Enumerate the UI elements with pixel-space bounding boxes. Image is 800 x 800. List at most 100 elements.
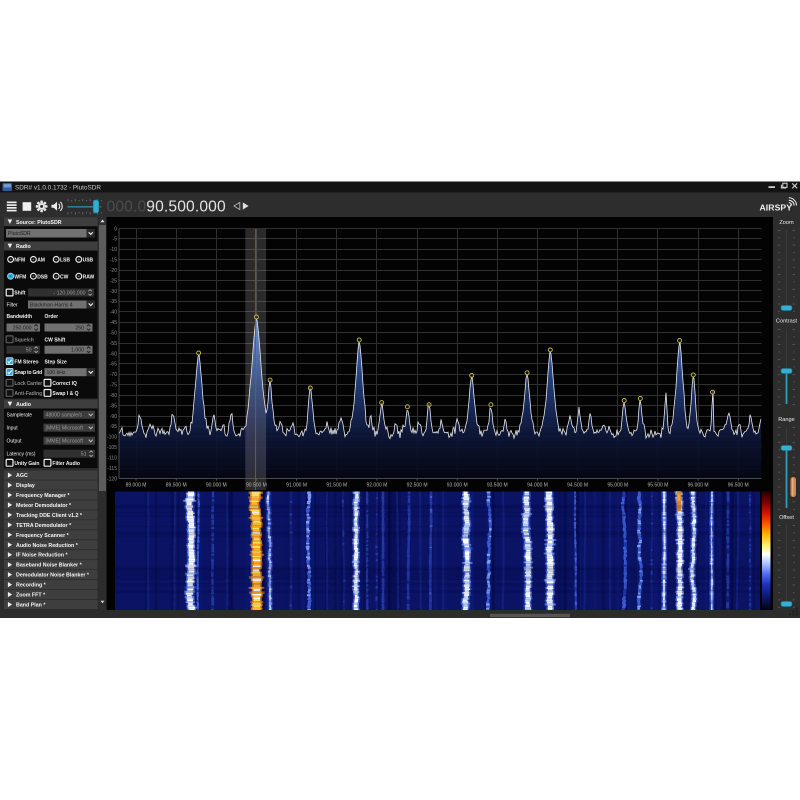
svg-text:Frequency Scanner *: Frequency Scanner * <box>16 533 70 539</box>
svg-text:96.500 M: 96.500 M <box>728 483 749 489</box>
svg-text:WFM: WFM <box>14 274 26 280</box>
svg-text:-110: -110 <box>107 456 117 462</box>
svg-text:Correct IQ: Correct IQ <box>52 381 77 387</box>
svg-text:93.500 M: 93.500 M <box>487 483 508 489</box>
svg-text:-70: -70 <box>110 372 117 378</box>
svg-text:AM: AM <box>37 258 45 264</box>
svg-text:0: 0 <box>114 226 117 232</box>
svg-text:FM Stereo: FM Stereo <box>14 359 38 365</box>
svg-text:CW: CW <box>60 274 69 280</box>
svg-text:-15: -15 <box>110 258 117 264</box>
svg-text:IF Noise Reduction *: IF Noise Reduction * <box>16 553 68 559</box>
svg-text:Output: Output <box>7 439 23 445</box>
svg-text:Recording *: Recording * <box>16 583 47 589</box>
svg-text:Contrast: Contrast <box>776 319 798 325</box>
svg-text:91.500 M: 91.500 M <box>326 483 347 489</box>
svg-text:Latency (ms): Latency (ms) <box>7 452 36 458</box>
svg-text:RAW: RAW <box>83 274 95 280</box>
svg-text:Frequency Manager *: Frequency Manager * <box>16 493 71 499</box>
svg-text:Zoom FFT *: Zoom FFT * <box>16 593 46 599</box>
svg-text:AGC: AGC <box>16 473 28 479</box>
svg-text:96.000 M: 96.000 M <box>688 483 709 489</box>
svg-text:Samplerate: Samplerate <box>7 413 33 419</box>
svg-text:-40: -40 <box>110 310 117 316</box>
svg-text:Shift: Shift <box>14 291 25 297</box>
svg-text:Demodulator Noise Blanker *: Demodulator Noise Blanker * <box>16 573 90 579</box>
svg-text:Step Size: Step Size <box>45 359 67 365</box>
svg-text:Blackman-Harris 4: Blackman-Harris 4 <box>30 303 73 309</box>
svg-text:Swap I & Q: Swap I & Q <box>52 391 78 397</box>
svg-text:000.090.500.000: 000.090.500.000 <box>107 198 227 215</box>
svg-text:Filter Audio: Filter Audio <box>52 461 80 467</box>
svg-text:-100: -100 <box>107 435 117 441</box>
svg-text:Filter: Filter <box>7 303 18 309</box>
svg-text:250: 250 <box>75 326 84 332</box>
svg-text:89.000 M: 89.000 M <box>126 483 147 489</box>
svg-text:Baseband Noise Blanker *: Baseband Noise Blanker * <box>16 563 83 569</box>
svg-text:Tracking DDE Client v1.2 *: Tracking DDE Client v1.2 * <box>16 513 83 519</box>
svg-text:Display: Display <box>16 483 35 489</box>
svg-text:Offset: Offset <box>779 515 794 521</box>
svg-text:-10: -10 <box>110 247 117 253</box>
svg-text:-20: -20 <box>110 268 117 274</box>
svg-text:PlutoSDR: PlutoSDR <box>8 231 31 237</box>
svg-text:51: 51 <box>81 452 87 458</box>
svg-text:[MME] Microsoft: [MME] Microsoft <box>46 426 84 432</box>
svg-text:94.500 M: 94.500 M <box>567 483 588 489</box>
svg-text:-5: -5 <box>113 237 118 243</box>
svg-text:-45: -45 <box>110 320 117 326</box>
svg-text:AIRSPY: AIRSPY <box>760 202 793 212</box>
svg-text:92.500 M: 92.500 M <box>407 483 428 489</box>
svg-text:95.000 M: 95.000 M <box>607 483 628 489</box>
svg-text:-80: -80 <box>110 393 117 399</box>
svg-text:Source: PlutoSDR: Source: PlutoSDR <box>16 220 62 226</box>
svg-text:Zoom: Zoom <box>779 220 794 226</box>
svg-text:TETRA Demodulator *: TETRA Demodulator * <box>16 523 72 529</box>
svg-text:92.000 M: 92.000 M <box>366 483 387 489</box>
svg-text:250,000: 250,000 <box>13 326 32 332</box>
svg-text:Meteor Demodulator *: Meteor Demodulator * <box>16 503 72 509</box>
svg-text:-35: -35 <box>110 299 117 305</box>
svg-text:Range: Range <box>778 417 794 423</box>
svg-text:Audio Noise Reduction *: Audio Noise Reduction * <box>16 543 79 549</box>
svg-text:Lock Carrier: Lock Carrier <box>14 381 42 387</box>
svg-text:LSB: LSB <box>60 258 70 264</box>
svg-text:NFM: NFM <box>14 258 25 264</box>
svg-text:94.000 M: 94.000 M <box>527 483 548 489</box>
svg-text:Input: Input <box>7 426 19 432</box>
svg-text:-65: -65 <box>110 362 117 368</box>
svg-text:-90: -90 <box>110 414 117 420</box>
svg-text:-115: -115 <box>107 466 117 472</box>
svg-text:Squelch: Squelch <box>14 338 33 344</box>
svg-text:-75: -75 <box>110 383 117 389</box>
svg-text:Anti-Fading: Anti-Fading <box>14 391 42 397</box>
svg-text:Unity Gain: Unity Gain <box>14 461 39 467</box>
svg-text:Order: Order <box>45 314 59 320</box>
svg-text:DSB: DSB <box>37 274 48 280</box>
svg-text:Radio: Radio <box>16 244 31 250</box>
svg-text:-55: -55 <box>110 341 117 347</box>
svg-text:48000 sample/s: 48000 sample/s <box>46 413 83 419</box>
svg-text:91.000 M: 91.000 M <box>286 483 307 489</box>
svg-text:-60: -60 <box>110 351 117 357</box>
svg-text:-50: -50 <box>110 331 117 337</box>
svg-text:Bandwidth: Bandwidth <box>7 314 33 320</box>
svg-text:CW Shift: CW Shift <box>45 338 66 344</box>
svg-text:Band Plan *: Band Plan * <box>16 603 46 609</box>
svg-text:50: 50 <box>26 348 32 354</box>
svg-text:Snap to Grid: Snap to Grid <box>14 370 42 376</box>
svg-text:SDR# v1.0.0.1732 - PlutoSDR: SDR# v1.0.0.1732 - PlutoSDR <box>15 185 101 192</box>
svg-text:-120: -120 <box>107 476 117 482</box>
svg-text:90.500 M: 90.500 M <box>246 483 267 489</box>
svg-text:-30: -30 <box>110 289 117 295</box>
svg-text:USB: USB <box>83 258 94 264</box>
svg-text:-25: -25 <box>110 278 117 284</box>
svg-text:-85: -85 <box>110 403 117 409</box>
svg-text:[MME] Microsoft: [MME] Microsoft <box>46 439 84 445</box>
svg-text:95.500 M: 95.500 M <box>647 483 668 489</box>
svg-text:89.500 M: 89.500 M <box>166 483 187 489</box>
svg-text:90.000 M: 90.000 M <box>206 483 227 489</box>
svg-text:-95: -95 <box>110 424 117 430</box>
svg-text:Audio: Audio <box>16 402 32 408</box>
svg-text:93.000 M: 93.000 M <box>447 483 468 489</box>
